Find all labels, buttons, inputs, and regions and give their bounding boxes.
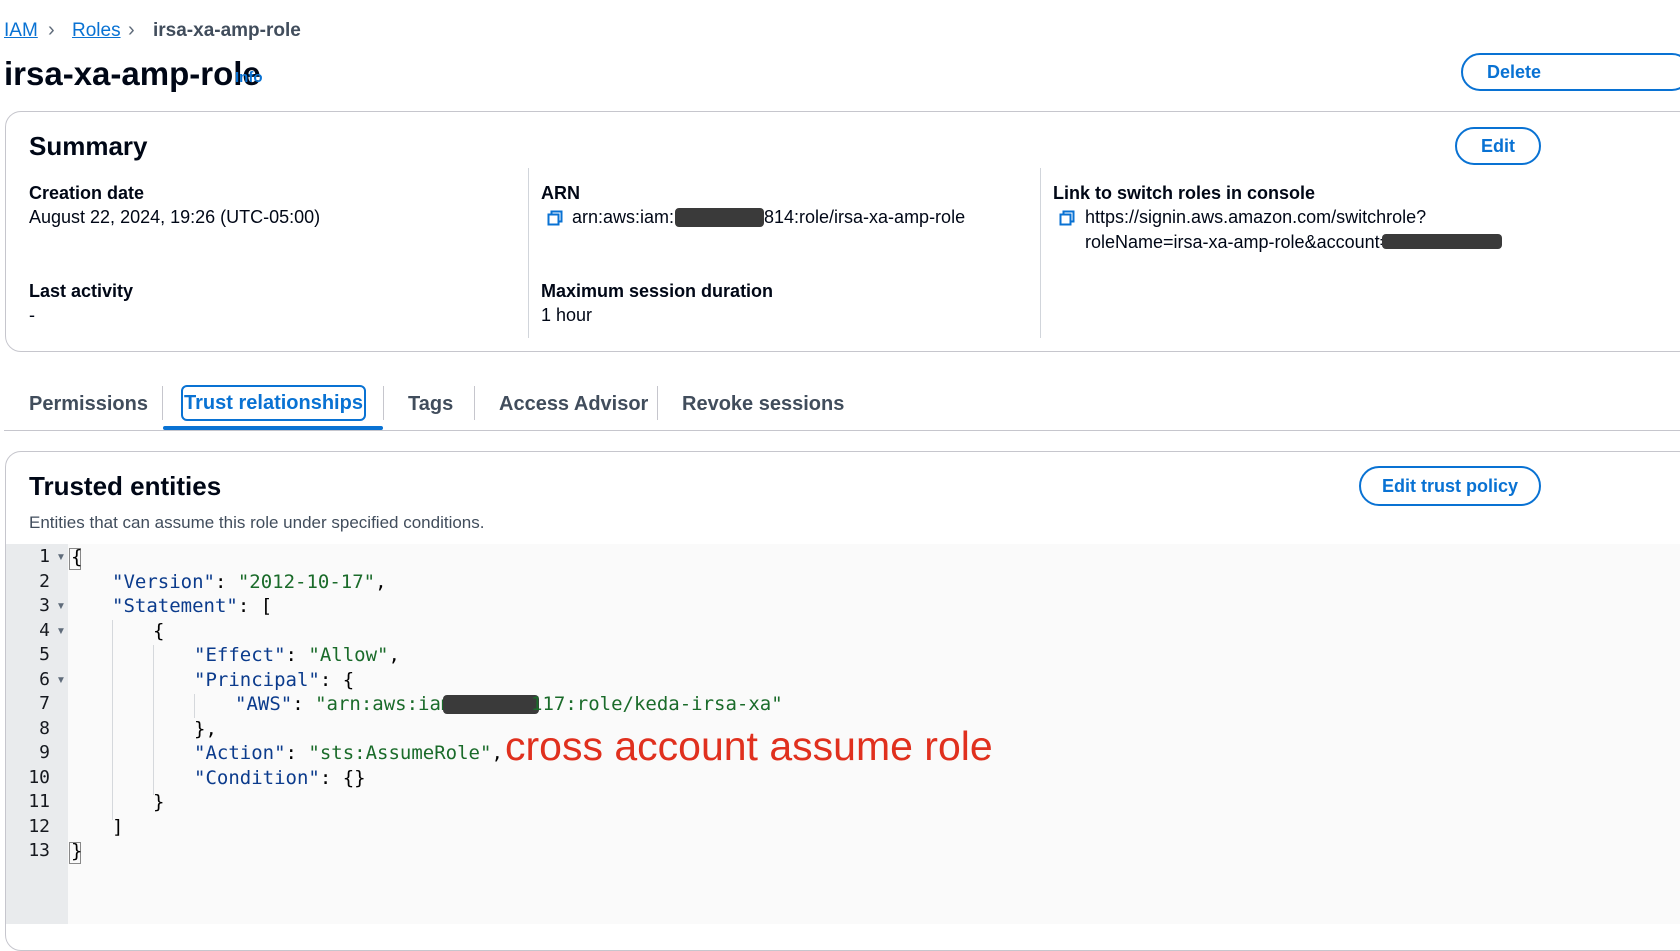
info-link[interactable]: Info xyxy=(235,69,263,86)
tab-divider xyxy=(657,386,658,420)
line-number: 13 xyxy=(28,840,50,861)
code-line-11: } xyxy=(153,791,165,813)
code-line-1: { xyxy=(71,546,83,568)
edit-button[interactable]: Edit xyxy=(1455,127,1541,165)
line-number: 6 xyxy=(39,669,50,690)
code-line-10: "Condition": {} xyxy=(194,767,366,789)
code-line-13: } xyxy=(71,840,83,862)
arn-value-prefix: arn:aws:iam:: xyxy=(572,207,680,227)
tabs-bottom-border xyxy=(4,430,1680,431)
edit-button-label: Edit xyxy=(1481,135,1515,156)
json-key: "Statement" xyxy=(112,595,238,617)
json-value: "2012-10-17" xyxy=(237,571,376,593)
line-number: 8 xyxy=(39,718,50,739)
summary-panel xyxy=(5,111,1680,352)
tab-trust-relationships-label: Trust relationships xyxy=(184,391,363,414)
json-value-suffix: 117:role/keda-irsa-xa" xyxy=(531,693,783,715)
max-session-value: 1 hour xyxy=(541,305,593,325)
breadcrumb-current: irsa-xa-amp-role xyxy=(153,20,301,41)
switch-link-line1[interactable]: https://signin.aws.amazon.com/switchrole… xyxy=(1085,207,1426,228)
trusted-entities-title: Trusted entities xyxy=(29,471,222,501)
switch-link-label: Link to switch roles in console xyxy=(1053,183,1316,203)
tab-revoke-sessions[interactable]: Revoke sessions xyxy=(682,393,844,416)
page-title: irsa-xa-amp-role xyxy=(4,55,261,92)
json-key: "Effect" xyxy=(194,644,286,666)
chevron-right-icon: › xyxy=(128,19,135,41)
arn-label: ARN xyxy=(541,183,580,203)
indent-guide xyxy=(153,645,154,795)
code-line-12: ] xyxy=(112,816,124,838)
line-number: 10 xyxy=(28,767,50,788)
tab-trust-relationships[interactable]: Trust relationships xyxy=(181,385,366,421)
code-line-7: "AWS": "arn:aws:iam: xyxy=(235,693,464,715)
code-line-5: "Effect": "Allow", xyxy=(194,644,400,666)
creation-date-value: August 22, 2024, 19:26 (UTC-05:00) xyxy=(29,207,321,227)
max-session-label: Maximum session duration xyxy=(541,281,774,301)
trusted-entities-description: Entities that can assume this role under… xyxy=(29,513,485,532)
code-line-3: "Statement": [ xyxy=(112,595,273,617)
last-activity-value: - xyxy=(29,305,35,325)
json-key: "AWS" xyxy=(235,693,293,715)
copy-icon[interactable] xyxy=(1059,210,1075,226)
redaction-mark xyxy=(675,208,764,227)
fold-arrow-icon[interactable]: ▼ xyxy=(56,675,66,686)
tab-permissions[interactable]: Permissions xyxy=(29,393,148,416)
chevron-right-icon: › xyxy=(48,19,55,41)
tab-divider xyxy=(474,386,475,420)
last-activity-label: Last activity xyxy=(29,281,134,301)
json-value-prefix: "arn:aws:iam: xyxy=(315,693,464,715)
tab-divider xyxy=(383,386,384,420)
tab-divider xyxy=(162,386,163,420)
fold-arrow-icon[interactable]: ▼ xyxy=(56,626,66,637)
column-divider xyxy=(528,168,529,338)
tab-access-advisor[interactable]: Access Advisor xyxy=(499,393,648,416)
line-number: 3 xyxy=(39,595,50,616)
fold-arrow-icon[interactable]: ▼ xyxy=(56,601,66,612)
json-key: "Principal" xyxy=(194,669,320,691)
line-number: 9 xyxy=(39,742,50,763)
summary-title: Summary xyxy=(29,131,148,161)
line-number: 12 xyxy=(28,816,50,837)
code-line-4: { xyxy=(153,620,165,642)
indent-guide xyxy=(112,620,113,820)
json-value: "sts:AssumeRole" xyxy=(308,742,492,764)
line-number: 7 xyxy=(39,693,50,714)
line-number: 2 xyxy=(39,571,50,592)
json-key: "Condition" xyxy=(194,767,320,789)
annotation-text: cross account assume role xyxy=(505,723,993,769)
redaction-mark xyxy=(443,695,539,714)
code-line-9: "Action": "sts:AssumeRole", xyxy=(194,742,503,764)
code-line-2: "Version": "2012-10-17", xyxy=(112,571,387,593)
column-divider xyxy=(1040,168,1041,338)
code-line-6: "Principal": { xyxy=(194,669,355,691)
redaction-mark xyxy=(1382,234,1502,249)
line-number: 4 xyxy=(39,620,50,641)
delete-button[interactable]: Delete xyxy=(1461,53,1680,91)
edit-trust-policy-button[interactable]: Edit trust policy xyxy=(1359,466,1541,506)
json-key: "Version" xyxy=(112,571,215,593)
tab-tags[interactable]: Tags xyxy=(408,393,453,416)
copy-icon[interactable] xyxy=(547,210,563,226)
switch-link-line2[interactable]: roleName=irsa-xa-amp-role&account= xyxy=(1085,232,1390,253)
indent-guide xyxy=(194,694,195,718)
delete-button-label: Delete xyxy=(1487,61,1542,82)
fold-arrow-icon[interactable]: ▼ xyxy=(56,552,66,563)
breadcrumb-iam-link[interactable]: IAM xyxy=(4,20,38,42)
breadcrumb-roles-link[interactable]: Roles xyxy=(72,20,121,42)
line-number: 5 xyxy=(39,644,50,665)
json-value: "Allow" xyxy=(308,644,389,666)
edit-trust-policy-label: Edit trust policy xyxy=(1381,475,1518,496)
creation-date-label: Creation date xyxy=(29,183,145,203)
line-number: 11 xyxy=(28,791,50,812)
arn-value-suffix: 814:role/irsa-xa-amp-role xyxy=(764,207,966,227)
line-number: 1 xyxy=(39,546,50,567)
json-key: "Action" xyxy=(194,742,286,764)
code-line-8: }, xyxy=(194,718,217,740)
